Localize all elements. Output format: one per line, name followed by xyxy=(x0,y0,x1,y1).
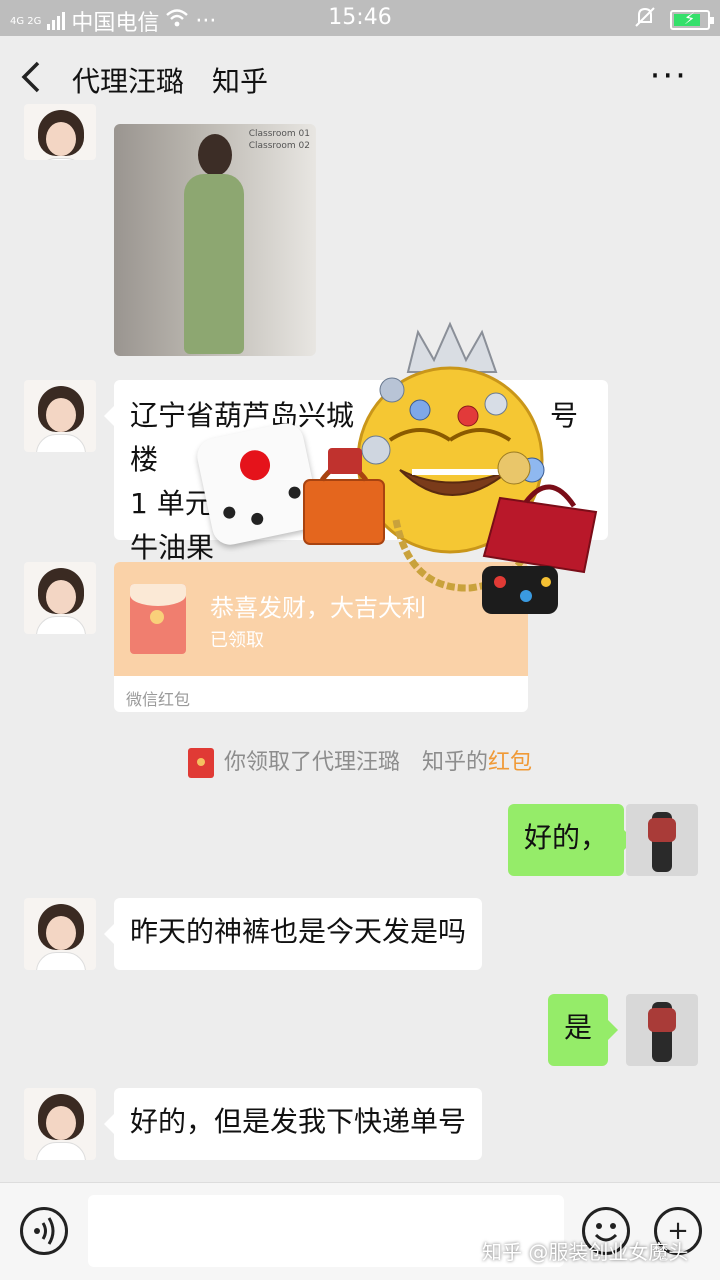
voice-icon[interactable] xyxy=(20,1207,68,1255)
photo-dress xyxy=(184,174,244,354)
my-message[interactable]: 是 xyxy=(548,994,619,1066)
avatar-contact[interactable] xyxy=(24,104,96,160)
avatar-me[interactable] xyxy=(626,994,698,1066)
watermark: 知乎 @服装创业女魔头 xyxy=(482,1240,689,1264)
contact-message[interactable]: 昨天的神裤也是今天发是吗 xyxy=(103,898,483,970)
status-bar: 4G 2G 中国电信 ··· 15:46 ⚡ xyxy=(0,0,720,36)
contact-message[interactable]: 好的，但是发我下快递单号 xyxy=(103,1088,483,1160)
battery-icon: ⚡ xyxy=(670,9,714,30)
my-message[interactable]: 好的， xyxy=(508,804,635,876)
red-packet-footer: 微信红包 xyxy=(126,690,191,709)
photo-message[interactable]: Classroom 01 Classroom 02 xyxy=(114,124,316,356)
dice-pip-red xyxy=(237,447,273,483)
input-bar: + xyxy=(0,1182,720,1280)
red-packet-status: 已领取 xyxy=(210,630,264,651)
system-message: 你领取了代理汪璐 知乎的红包 xyxy=(0,744,720,778)
dice-pip xyxy=(250,511,265,527)
red-packet-link[interactable]: 红包 xyxy=(488,750,532,775)
avatar-contact[interactable] xyxy=(24,562,96,634)
crown-icon xyxy=(406,321,498,373)
more-dots-icon[interactable]: ··· xyxy=(650,56,688,96)
status-right: ⚡ xyxy=(634,6,714,34)
chat-title: 代理汪璐 知乎 xyxy=(72,65,269,98)
my-message-text: 好的， xyxy=(524,821,609,854)
photo-sign: Classroom 01 Classroom 02 xyxy=(248,129,310,151)
clock: 15:46 xyxy=(328,5,392,30)
avatar-contact[interactable] xyxy=(24,1088,96,1160)
red-bag xyxy=(482,496,598,574)
rich-emoji-sticker xyxy=(303,321,598,614)
charging-icon: ⚡ xyxy=(684,9,696,28)
avatar-contact[interactable] xyxy=(24,898,96,970)
my-message-text: 是 xyxy=(564,1011,593,1044)
mute-bell-icon xyxy=(634,6,656,34)
black-bag xyxy=(482,566,558,614)
chevron-left-icon[interactable] xyxy=(20,60,42,103)
chat-header: 代理汪璐 知乎 ··· xyxy=(0,36,720,120)
contact-message-text: 好的，但是发我下快递单号 xyxy=(130,1105,467,1138)
dice-pip xyxy=(222,505,237,520)
orange-bag xyxy=(303,479,385,545)
avatar-contact[interactable] xyxy=(24,380,96,452)
contact-message-text: 昨天的神裤也是今天发是吗 xyxy=(130,915,467,948)
red-envelope-icon xyxy=(130,584,186,654)
avatar-me[interactable] xyxy=(626,804,698,876)
red-packet-small-icon xyxy=(187,748,214,778)
system-message-text: 你领取了代理汪璐 知乎的 xyxy=(223,750,488,775)
photo-person-head xyxy=(198,134,232,176)
